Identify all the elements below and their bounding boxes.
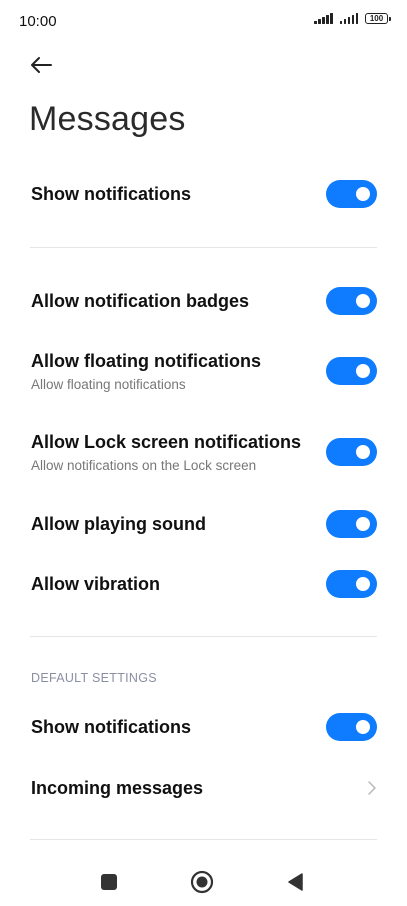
chevron-right-icon: [368, 781, 376, 795]
recents-button[interactable]: [94, 867, 124, 897]
back-nav-button[interactable]: [280, 867, 310, 897]
setting-sublabel: Allow floating notifications: [31, 377, 186, 392]
setting-allow-floating[interactable]: Allow floating notifications Allow float…: [0, 344, 407, 400]
setting-label: Allow vibration: [31, 574, 161, 594]
show-notifications-toggle[interactable]: [326, 180, 377, 208]
status-icons: 100: [314, 13, 391, 24]
setting-label: Allow playing sound: [31, 514, 206, 534]
setting-label: Allow notification badges: [31, 291, 250, 311]
page-title: Messages: [29, 100, 186, 138]
battery-level: 100: [369, 13, 384, 23]
divider: [30, 839, 377, 840]
setting-allow-vibration[interactable]: Allow vibration: [0, 562, 407, 606]
setting-label: Incoming messages: [31, 778, 204, 798]
status-time: 10:00: [19, 13, 57, 30]
allow-vibration-toggle[interactable]: [326, 570, 377, 598]
setting-label: Show notifications: [31, 717, 191, 737]
setting-sublabel: Allow notifications on the Lock screen: [31, 458, 257, 473]
signal-icon: [339, 13, 358, 24]
setting-label: Allow Lock screen notifications: [31, 432, 302, 452]
section-header-default-settings: DEFAULT SETTINGS: [31, 671, 157, 685]
setting-show-notifications[interactable]: Show notifications: [0, 172, 407, 216]
setting-label: Show notifications: [31, 184, 191, 204]
setting-allow-badges[interactable]: Allow notification badges: [0, 278, 407, 322]
allow-badges-toggle[interactable]: [326, 287, 377, 315]
divider: [30, 636, 377, 637]
default-show-notifications-toggle[interactable]: [326, 713, 377, 741]
home-circle-icon: [190, 870, 214, 894]
status-bar: 10:00 100: [0, 0, 407, 44]
back-button[interactable]: [26, 52, 56, 78]
navigation-bar: [0, 855, 407, 906]
setting-incoming-messages[interactable]: Incoming messages: [0, 765, 407, 809]
battery-icon: 100: [365, 13, 391, 24]
allow-floating-toggle[interactable]: [326, 357, 377, 385]
allow-lock-screen-toggle[interactable]: [326, 438, 377, 466]
setting-allow-lock-screen[interactable]: Allow Lock screen notifications Allow no…: [0, 425, 407, 481]
allow-sound-toggle[interactable]: [326, 510, 377, 538]
signal-icon: [314, 13, 333, 24]
home-button[interactable]: [187, 867, 217, 897]
setting-label: Allow floating notifications: [31, 351, 261, 371]
setting-allow-sound[interactable]: Allow playing sound: [0, 501, 407, 545]
recents-square-icon: [101, 874, 117, 890]
setting-default-show-notifications[interactable]: Show notifications: [0, 704, 407, 748]
arrow-left-icon: [31, 57, 52, 73]
divider: [30, 247, 377, 248]
back-triangle-icon: [288, 873, 303, 891]
